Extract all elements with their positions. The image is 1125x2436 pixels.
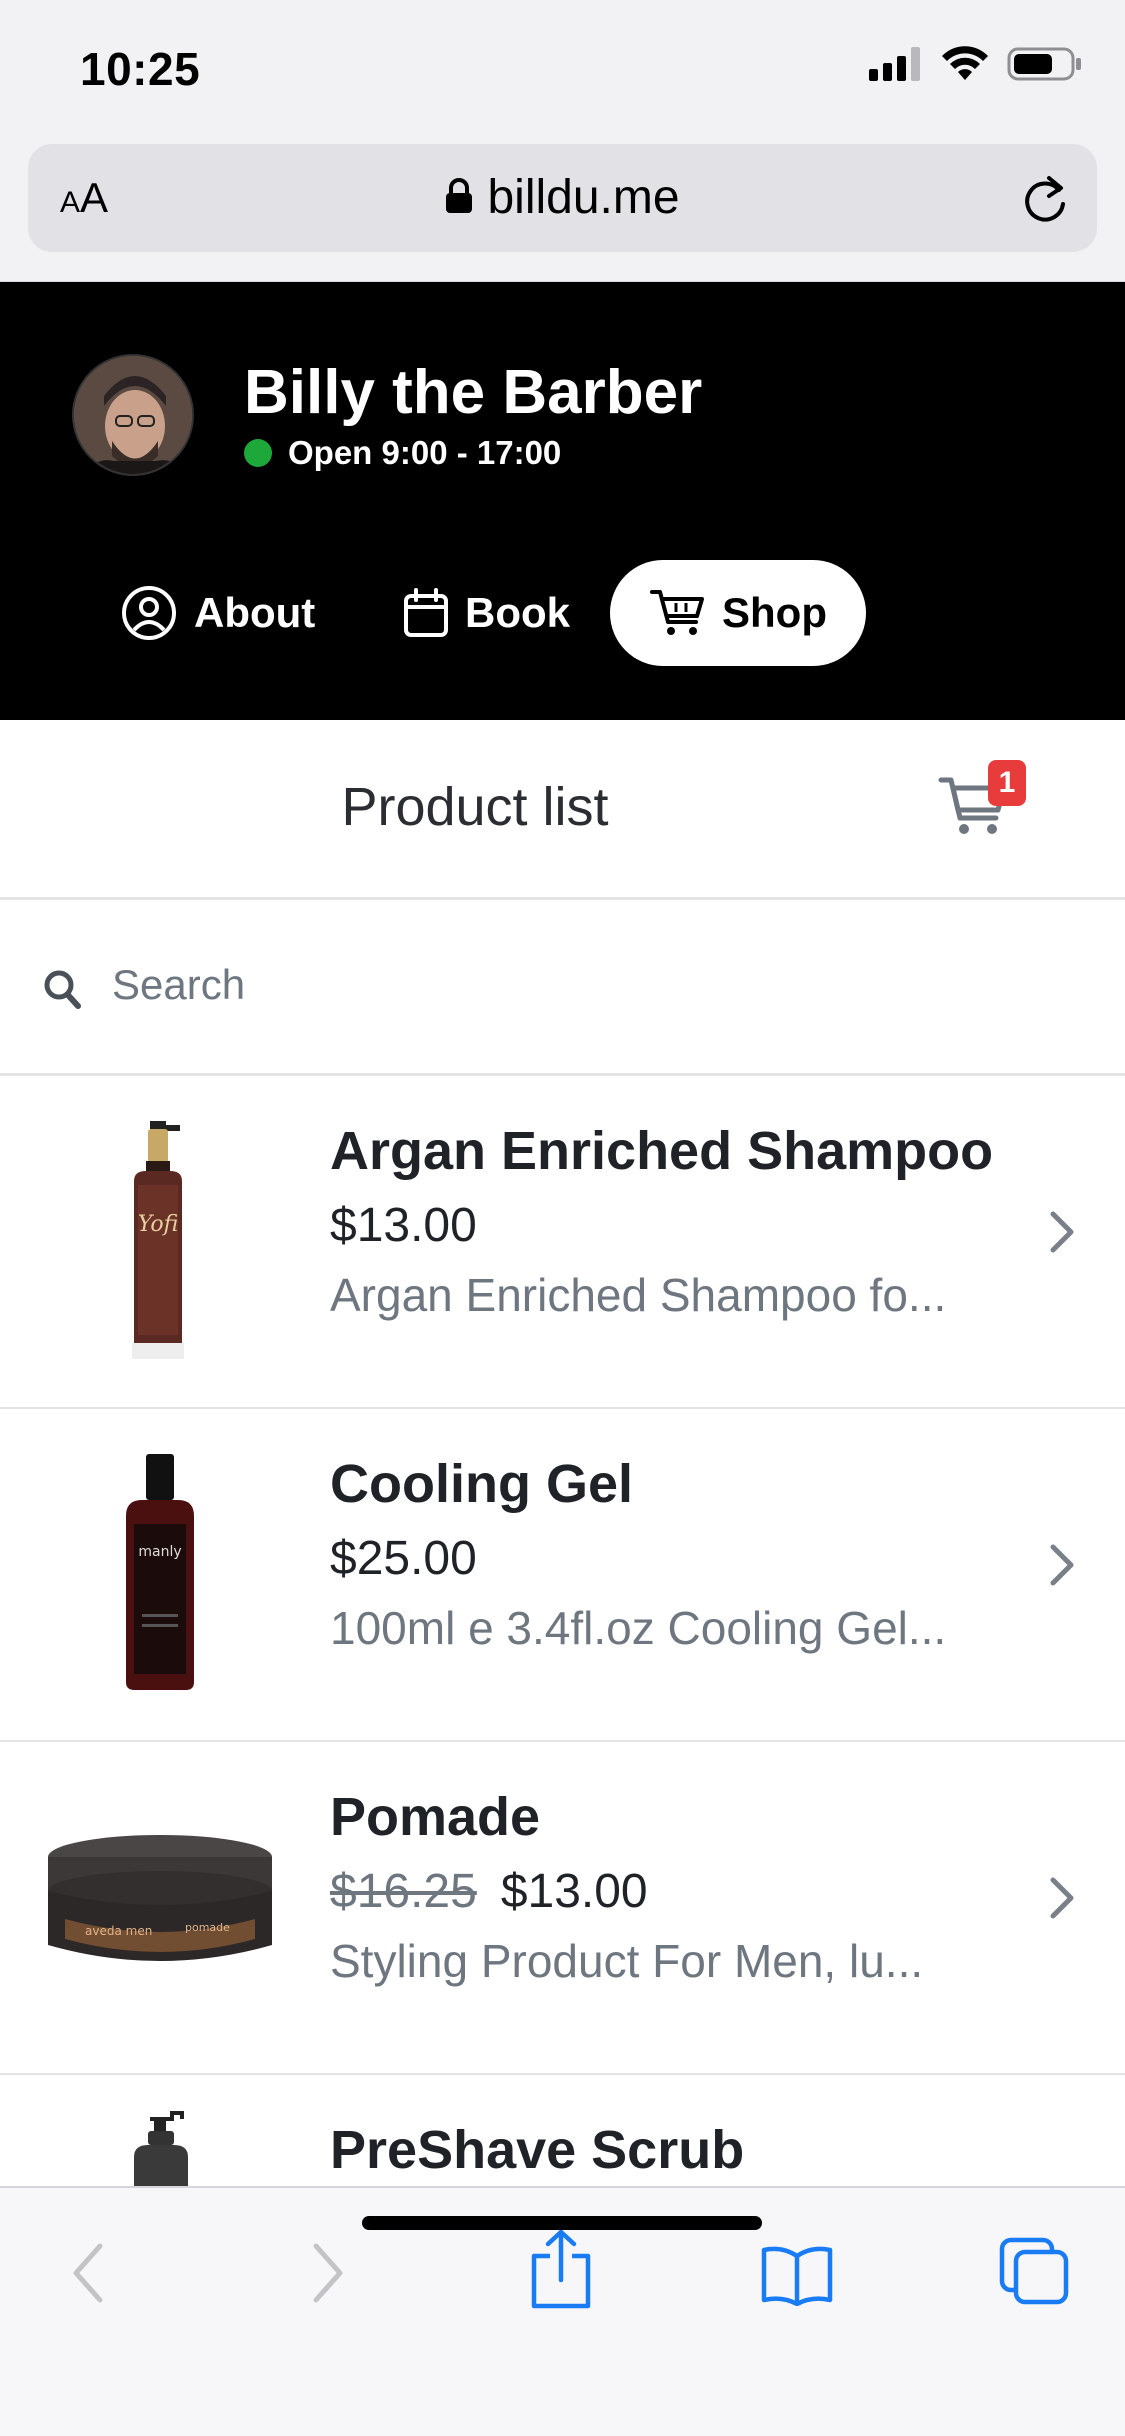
nav-book[interactable]: Book xyxy=(403,560,570,666)
open-status: Open 9:00 - 17:00 xyxy=(244,434,561,472)
bookmarks-icon[interactable] xyxy=(760,2244,834,2306)
shop-name: Billy the Barber xyxy=(244,358,703,427)
user-circle-icon xyxy=(122,586,176,640)
product-name: Cooling Gel xyxy=(330,1454,633,1514)
product-description: 100ml e 3.4fl.oz Cooling Gel... xyxy=(330,1602,947,1654)
calendar-icon xyxy=(404,588,448,637)
domain-text: billdu.me xyxy=(487,171,680,224)
nav-book-label: Book xyxy=(465,589,570,636)
product-current-price: $13.00 xyxy=(500,1865,648,1918)
cart-icon xyxy=(650,590,704,635)
product-image: manly xyxy=(30,1439,290,1709)
address-bar[interactable]: AA billdu.me xyxy=(28,144,1097,252)
product-original-price: $16.25 xyxy=(330,1865,477,1918)
svg-text:pomade: pomade xyxy=(185,1921,230,1934)
nav-shop[interactable]: Shop xyxy=(610,560,866,666)
browser-address-area: AA billdu.me xyxy=(0,140,1125,282)
shampoo-bottle-image: Yofi xyxy=(132,1121,184,1359)
back-icon[interactable] xyxy=(66,2240,110,2306)
product-row[interactable]: Yofi Argan Enriched Shampoo $13.00 Argan… xyxy=(0,1076,1125,1409)
lock-icon xyxy=(446,178,473,214)
search-row xyxy=(0,900,1125,1076)
share-icon[interactable] xyxy=(528,2228,594,2310)
product-description: Styling Product For Men, lu... xyxy=(330,1935,924,1987)
barber-portrait-image xyxy=(74,356,192,474)
chevron-right-icon xyxy=(1050,1211,1074,1253)
product-description: Argan Enriched Shampoo fo... xyxy=(330,1269,947,1321)
shop-nav: About Book Shop xyxy=(0,560,1125,666)
home-indicator xyxy=(362,2216,762,2230)
product-price: $13.00 xyxy=(330,1198,477,1253)
status-icons xyxy=(869,46,1083,82)
open-status-dot xyxy=(244,439,272,467)
search-input[interactable] xyxy=(112,950,1012,1020)
open-hours-text: Open 9:00 - 17:00 xyxy=(288,434,562,471)
nav-about[interactable]: About xyxy=(120,560,315,666)
product-name: PreShave Scrub xyxy=(330,2120,745,2180)
chevron-right-icon xyxy=(1050,1877,1074,1919)
svg-text:Yofi: Yofi xyxy=(138,1212,179,1237)
forward-icon[interactable] xyxy=(306,2240,350,2306)
product-current-price: $13.00 xyxy=(330,1199,477,1252)
wifi-icon xyxy=(942,46,988,80)
reload-icon[interactable] xyxy=(1019,170,1071,226)
svg-text:manly: manly xyxy=(138,1544,181,1560)
product-name: Pomade xyxy=(330,1787,541,1847)
product-price: $25.00 xyxy=(330,1531,477,1586)
address-domain[interactable]: billdu.me xyxy=(28,170,1097,225)
cooling-gel-bottle-image: manly xyxy=(126,1454,194,1690)
product-list-header: Product list 1 xyxy=(0,720,1125,900)
status-bar: 10:25 xyxy=(0,0,1125,140)
status-time: 10:25 xyxy=(80,43,201,95)
nav-about-label: About xyxy=(194,589,316,636)
nav-shop-label: Shop xyxy=(722,589,827,636)
pomade-jar-image: aveda men pomade xyxy=(48,1835,272,1961)
page-title: Product list xyxy=(341,777,609,837)
product-row[interactable]: aveda men pomade Pomade $16.25 $13.00 Sty… xyxy=(0,1742,1125,2075)
product-price: $16.25 $13.00 xyxy=(330,1864,648,1919)
search-icon xyxy=(44,970,81,1009)
cart-count-badge: 1 xyxy=(988,760,1026,806)
product-image: Yofi xyxy=(30,1106,290,1376)
svg-text:aveda men: aveda men xyxy=(85,1924,152,1938)
cellular-signal-icon xyxy=(869,47,920,81)
avatar xyxy=(72,354,194,476)
product-row[interactable]: manly Cooling Gel $25.00 100ml e 3.4fl.o… xyxy=(0,1409,1125,1742)
product-current-price: $25.00 xyxy=(330,1532,477,1585)
tabs-icon[interactable] xyxy=(998,2236,1070,2306)
battery-icon xyxy=(1007,47,1081,81)
shop-header: Billy the Barber Open 9:00 - 17:00 About… xyxy=(0,282,1125,720)
product-name: Argan Enriched Shampoo xyxy=(330,1121,994,1181)
chevron-right-icon xyxy=(1050,1544,1074,1586)
product-image: aveda men pomade xyxy=(30,1772,290,2042)
